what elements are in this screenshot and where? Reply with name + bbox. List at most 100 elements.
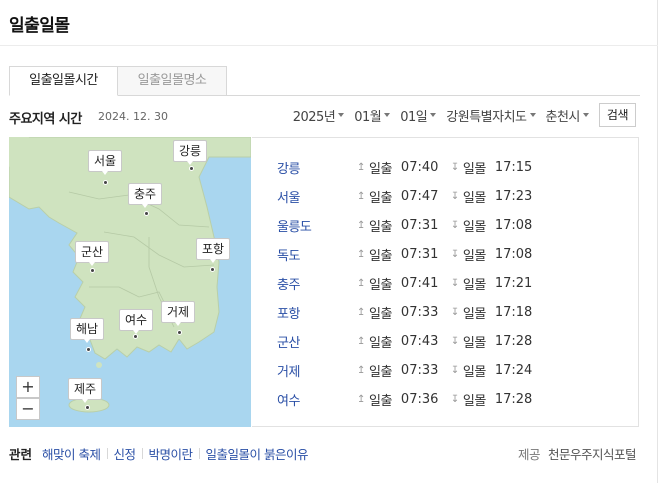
map-pin[interactable] xyxy=(189,166,194,171)
map-pin[interactable] xyxy=(103,180,108,185)
sunrise-icon: ↥ xyxy=(357,364,366,376)
city-name[interactable]: 군산 xyxy=(277,332,357,351)
sunset-time: 17:18 xyxy=(494,304,533,320)
day-select[interactable]: 01일 xyxy=(400,106,437,125)
divider xyxy=(106,448,108,459)
sunrise-label: 일출 xyxy=(369,335,392,351)
sunrise-time: 07:43 xyxy=(400,333,439,349)
related-link-red-reason[interactable]: 일출일몰이 붉은이유 xyxy=(206,444,309,463)
list-item: 독도 ↥ 일출 07:31 ↧ 일몰 17:08 xyxy=(277,244,545,264)
list-item: 거제 ↥ 일출 07:33 ↧ 일몰 17:24 xyxy=(277,360,545,380)
tab-bar: 일출일몰시간 일출일몰명소 xyxy=(9,66,227,96)
chevron-down-icon xyxy=(430,113,437,117)
city-name[interactable]: 포항 xyxy=(277,303,357,322)
sunset-time: 17:15 xyxy=(494,159,533,175)
map-label-yeosu[interactable]: 여수 xyxy=(119,309,154,334)
sunset-time: 17:28 xyxy=(494,333,533,349)
list-item: 강릉 ↥ 일출 07:40 ↧ 일몰 17:15 xyxy=(277,157,545,177)
sunset-label: 일몰 xyxy=(462,364,486,380)
city-name[interactable]: 독도 xyxy=(277,245,357,264)
related-link-festival[interactable]: 해맞이 축제 xyxy=(42,444,101,463)
sunrise-icon: ↥ xyxy=(357,248,366,260)
sunrise-time: 07:33 xyxy=(400,362,439,378)
section-date: 2024. 12. 30 xyxy=(98,110,168,123)
search-button[interactable]: 검색 xyxy=(598,103,636,127)
map-label-seoul[interactable]: 서울 xyxy=(88,150,123,175)
sunset-time: 17:28 xyxy=(494,391,533,407)
city-name[interactable]: 서울 xyxy=(277,187,357,206)
provider-name[interactable]: 천문우주지식포털 xyxy=(548,447,637,462)
sunrise-time: 07:31 xyxy=(400,217,439,233)
sunset-icon: ↧ xyxy=(450,335,460,347)
sunrise-time: 07:36 xyxy=(400,391,439,407)
sunrise-label: 일출 xyxy=(369,277,392,293)
sunset-icon: ↧ xyxy=(450,306,460,318)
map-pin[interactable] xyxy=(85,405,90,410)
sunset-time: 17:08 xyxy=(494,217,533,233)
provider-label: 제공 xyxy=(517,447,541,462)
map-pin[interactable] xyxy=(144,211,149,216)
island-shape xyxy=(96,362,102,368)
provider-credit: 제공 천문우주지식포털 xyxy=(517,444,637,463)
map-label-haenam[interactable]: 해남 xyxy=(70,318,105,343)
map-label-pohang[interactable]: 포항 xyxy=(196,238,231,263)
sunset-label: 일몰 xyxy=(462,248,486,264)
province-select[interactable]: 강원특별자치도 xyxy=(446,106,536,125)
map-pin[interactable] xyxy=(90,268,95,273)
sunrise-sunset-card: 일출일몰 일출일몰시간 일출일몰명소 주요지역 시간 2024. 12. 30 … xyxy=(0,0,658,483)
tab-sunrise-sunset-time[interactable]: 일출일몰시간 xyxy=(9,66,118,96)
city-name[interactable]: 강릉 xyxy=(277,158,357,177)
sunrise-time: 07:40 xyxy=(400,159,439,175)
sunset-icon: ↧ xyxy=(450,248,460,260)
related-link-twilight[interactable]: 박명이란 xyxy=(149,444,194,463)
city-name[interactable]: 거제 xyxy=(277,361,357,380)
map-pin[interactable] xyxy=(210,267,215,272)
times-panel: 강릉 ↥ 일출 07:40 ↧ 일몰 17:15 서울 ↥ 일출 07:47 ↧ 일몰 17:2… xyxy=(252,137,639,427)
map-label-geoje[interactable]: 거제 xyxy=(161,301,196,326)
related-links: 관련 해맞이 축제 신정 박명이란 일출일몰이 붉은이유 xyxy=(9,444,309,463)
card-title: 일출일몰 xyxy=(9,16,70,36)
city-name[interactable]: 여수 xyxy=(277,390,357,409)
list-item: 군산 ↥ 일출 07:43 ↧ 일몰 17:28 xyxy=(277,331,545,351)
city-name[interactable]: 충주 xyxy=(277,274,357,293)
sunset-icon: ↧ xyxy=(450,277,460,289)
zoom-out-button[interactable]: − xyxy=(16,398,40,420)
sunset-icon: ↧ xyxy=(450,161,460,173)
year-select-value: 2025년 xyxy=(292,109,336,125)
sunset-label: 일몰 xyxy=(462,277,486,293)
list-item: 울릉도 ↥ 일출 07:31 ↧ 일몰 17:08 xyxy=(277,215,545,235)
tab-sunrise-sunset-spots[interactable]: 일출일몰명소 xyxy=(118,66,227,96)
region-map[interactable]: 강릉 서울 충주 군산 포항 여수 거제 해남 제주 + − xyxy=(9,137,251,427)
related-link-new-year[interactable]: 신정 xyxy=(114,444,137,463)
map-label-gangneung[interactable]: 강릉 xyxy=(173,140,208,165)
map-pin[interactable] xyxy=(133,334,138,339)
day-select-value: 01일 xyxy=(400,109,428,125)
sunrise-time: 07:41 xyxy=(400,275,439,291)
sunrise-icon: ↥ xyxy=(357,190,366,202)
list-item: 여수 ↥ 일출 07:36 ↧ 일몰 17:28 xyxy=(277,389,545,409)
chevron-down-icon xyxy=(384,113,391,117)
sunset-label: 일몰 xyxy=(462,335,486,351)
month-select[interactable]: 01월 xyxy=(354,106,391,125)
year-select[interactable]: 2025년 xyxy=(293,106,345,125)
map-pin[interactable] xyxy=(177,330,182,335)
sunrise-icon: ↥ xyxy=(357,219,366,231)
map-label-chungju[interactable]: 충주 xyxy=(128,183,163,208)
zoom-in-button[interactable]: + xyxy=(16,376,40,398)
list-item: 충주 ↥ 일출 07:41 ↧ 일몰 17:21 xyxy=(277,273,545,293)
divider xyxy=(198,448,200,459)
city-name[interactable]: 울릉도 xyxy=(277,216,357,235)
list-item: 포항 ↥ 일출 07:33 ↧ 일몰 17:18 xyxy=(277,302,545,322)
map-label-jeju[interactable]: 제주 xyxy=(68,378,103,403)
map-pin[interactable] xyxy=(86,347,91,352)
sunset-time: 17:08 xyxy=(494,246,533,262)
city-select-value: 춘천시 xyxy=(545,109,581,125)
sunset-icon: ↧ xyxy=(450,219,460,231)
map-label-gunsan[interactable]: 군산 xyxy=(75,241,110,266)
city-select[interactable]: 춘천시 xyxy=(546,106,589,125)
sunset-time: 17:21 xyxy=(494,275,533,291)
sunrise-icon: ↥ xyxy=(357,335,366,347)
sunset-icon: ↧ xyxy=(450,393,460,405)
korea-map-graphic xyxy=(9,137,251,413)
sunset-label: 일몰 xyxy=(462,306,486,322)
